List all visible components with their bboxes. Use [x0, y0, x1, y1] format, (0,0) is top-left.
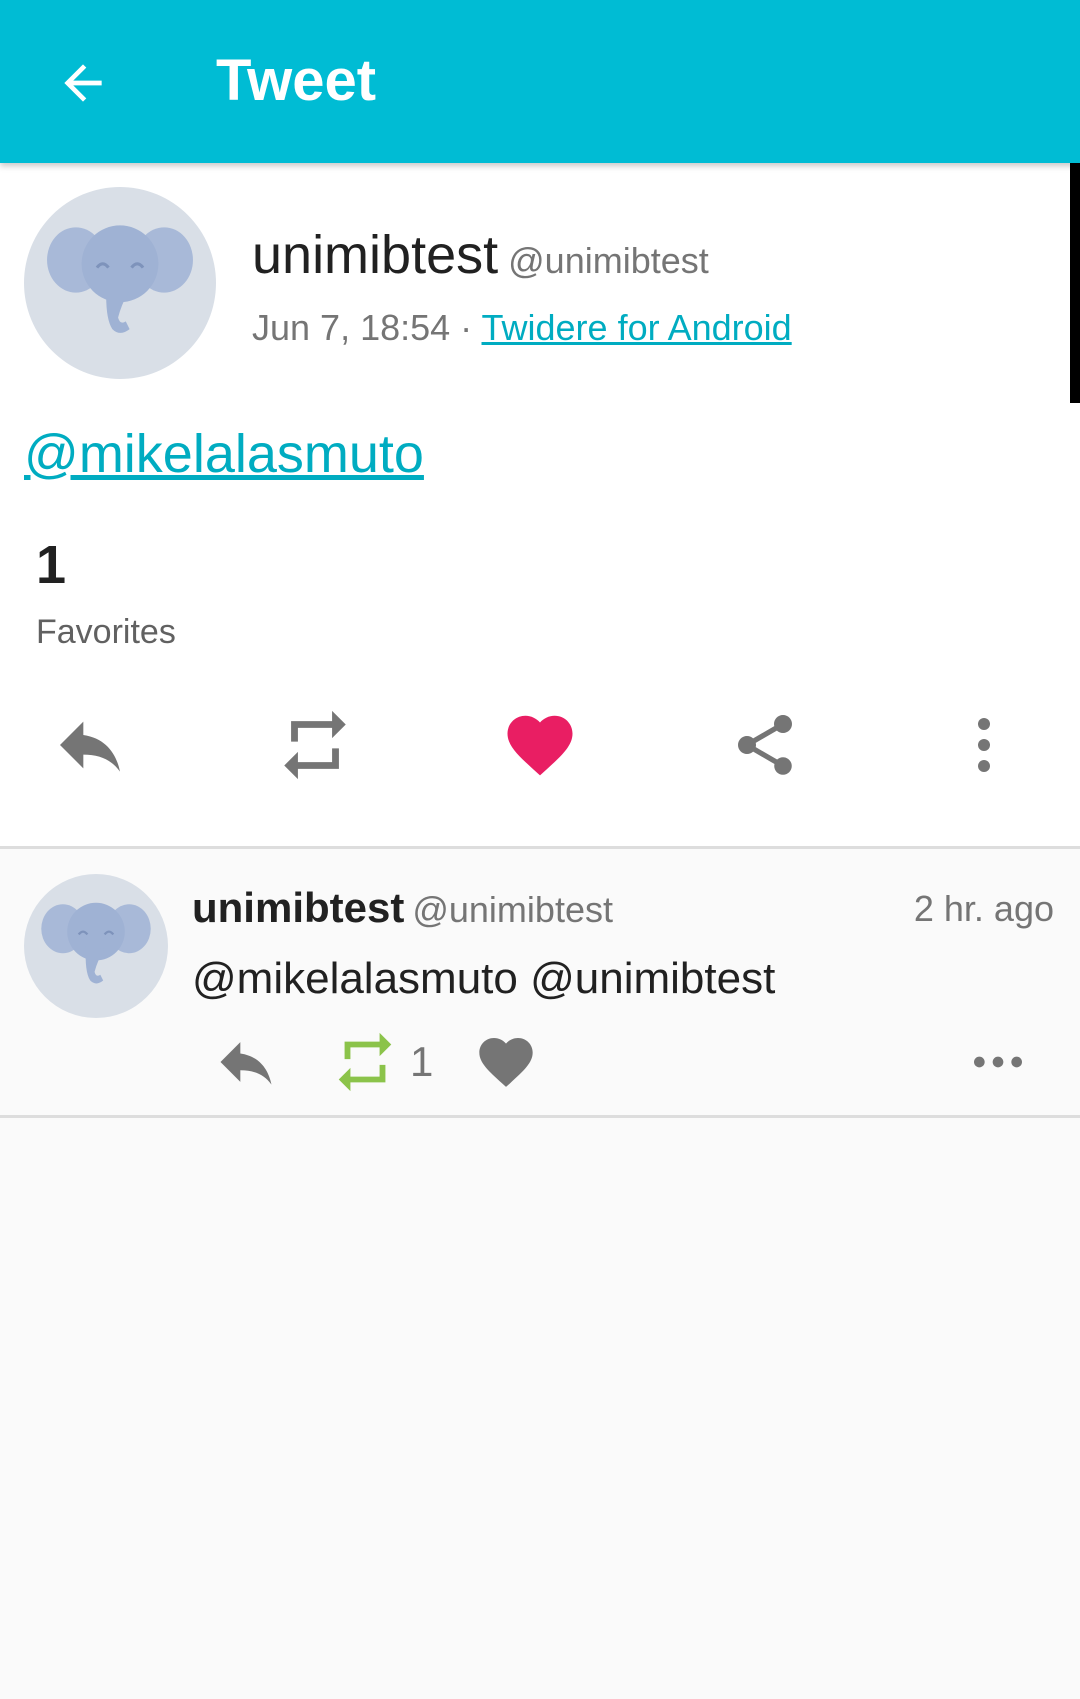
arrow-back-icon: [64, 64, 102, 102]
heart-icon: [479, 1038, 533, 1087]
more-options-button[interactable]: [936, 697, 1032, 793]
page-title: Tweet: [216, 48, 377, 113]
tweet-text-mention[interactable]: @mikelalasmuto: [24, 421, 424, 487]
retweet-button[interactable]: [267, 697, 363, 793]
reply-button[interactable]: [42, 697, 138, 793]
reply-reply-button[interactable]: [212, 1030, 280, 1094]
more-horizontal-icon: [974, 1056, 1022, 1068]
reply-action-bar: 1: [0, 1030, 1080, 1094]
scroll-indicator[interactable]: [1070, 163, 1080, 403]
favorites-count[interactable]: 1: [36, 533, 66, 597]
share-button[interactable]: [717, 697, 813, 793]
elephant-avatar-icon: [41, 902, 151, 984]
reply-icon: [220, 1042, 272, 1085]
user-name: unimibtest: [252, 225, 499, 285]
share-icon: [738, 715, 792, 775]
reply-user-name: unimibtest: [192, 884, 405, 931]
meta-separator: ·: [450, 307, 482, 348]
back-button[interactable]: [40, 40, 126, 126]
retweet-icon: [284, 710, 346, 780]
reply-text: @mikelalasmuto @unimibtest: [192, 954, 776, 1003]
retweet-count: 1: [410, 1038, 434, 1085]
reply-time: 2 hr. ago: [913, 888, 1054, 929]
reply-icon: [60, 721, 120, 772]
reply-user-handle: @unimibtest: [412, 889, 613, 930]
retweet-icon: [338, 1032, 392, 1092]
elephant-avatar-icon: [47, 225, 193, 333]
divider: [0, 846, 1080, 849]
status-detail: unimibtest @unimibtest Jun 7, 18:54 · Twi…: [0, 163, 1080, 847]
user-handle: @unimibtest: [508, 240, 709, 281]
reply-more-button[interactable]: [966, 1030, 1030, 1094]
profile-avatar[interactable]: [24, 187, 216, 379]
reply-user-line: unimibtest @unimibtest: [192, 882, 613, 936]
app-toolbar: Tweet: [0, 0, 1080, 163]
reply-favorite-button[interactable]: [474, 1030, 538, 1094]
status-time: Jun 7, 18:54: [252, 307, 451, 348]
heart-icon: [507, 715, 573, 776]
more-vertical-icon: [978, 718, 990, 772]
source-link[interactable]: Twidere for Android: [482, 307, 792, 348]
divider: [0, 1115, 1080, 1118]
reply-avatar[interactable]: [24, 874, 168, 1018]
status-meta: Jun 7, 18:54 · Twidere for Android: [252, 306, 792, 350]
status-action-bar: [0, 697, 1080, 793]
favorite-button[interactable]: [492, 697, 588, 793]
user-name-line[interactable]: unimibtest @unimibtest: [252, 223, 709, 293]
favorites-label[interactable]: Favorites: [36, 611, 176, 653]
reply-retweet-button[interactable]: 1: [330, 1030, 433, 1094]
